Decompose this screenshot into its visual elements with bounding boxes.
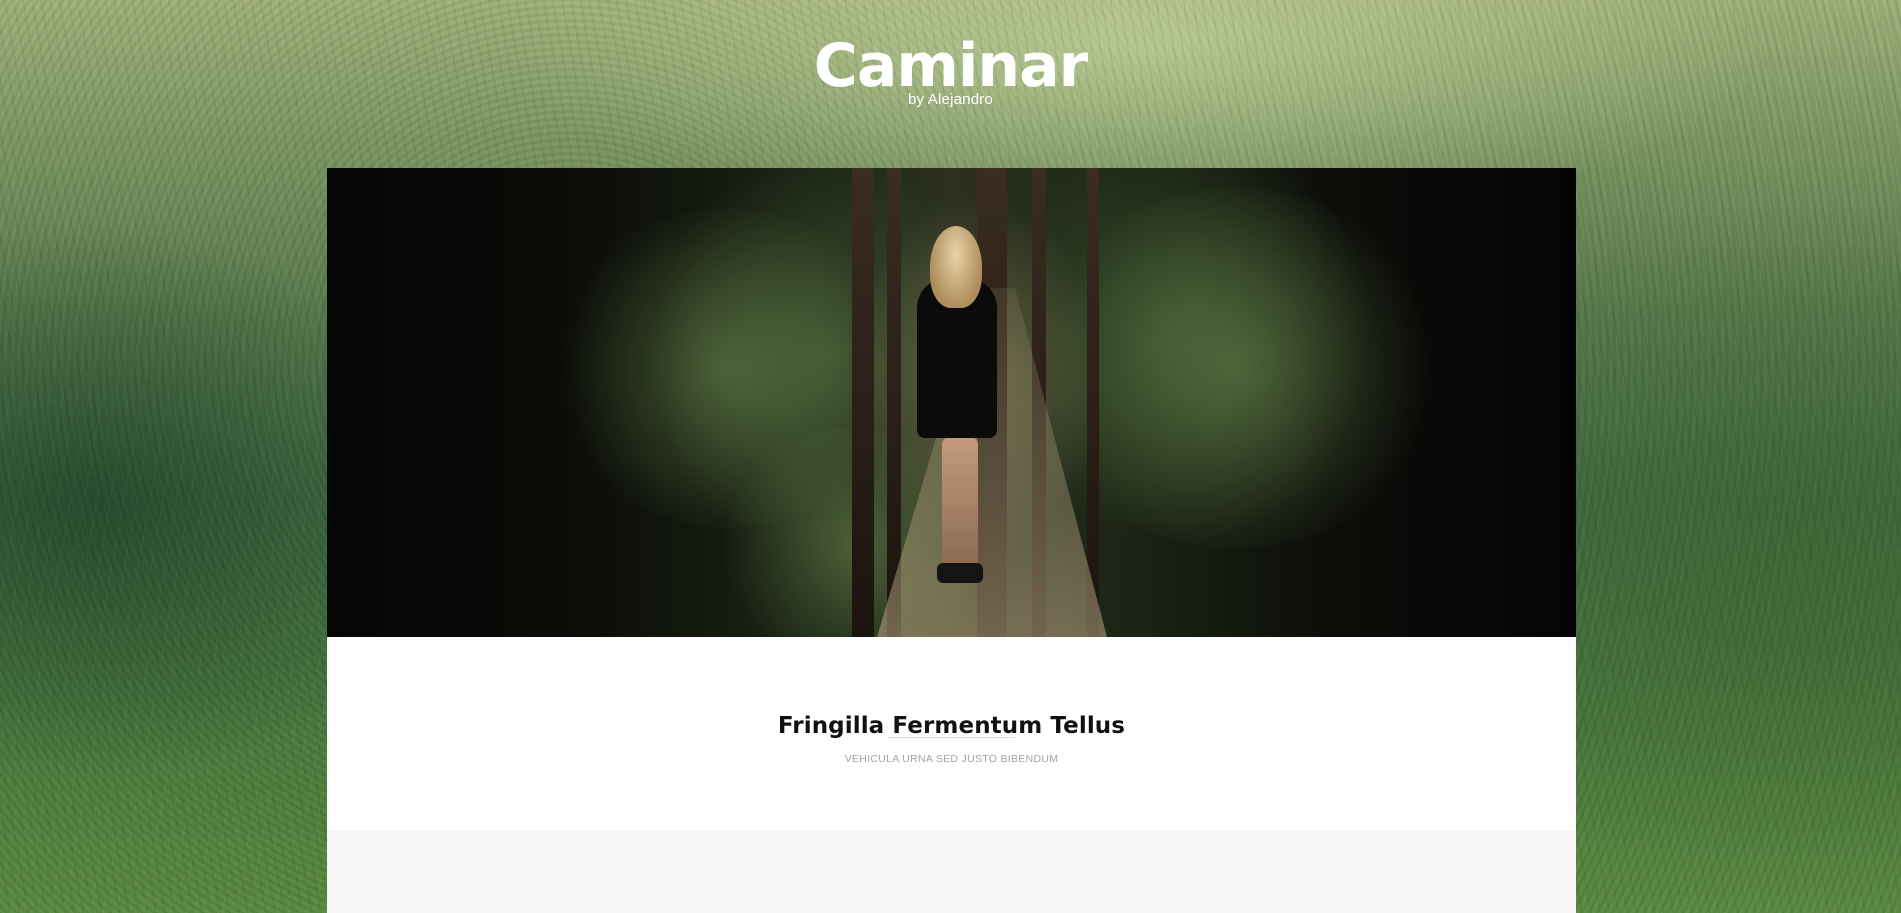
- post-content-area: [327, 831, 1576, 913]
- tree-trunk: [852, 168, 874, 637]
- walker-shoes: [937, 563, 983, 583]
- post-featured-image[interactable]: [327, 168, 1576, 637]
- title-divider: [887, 737, 1015, 738]
- site-header: Caminar by Alejandro: [0, 30, 1901, 108]
- post-title[interactable]: Fringilla Fermentum Tellus: [327, 713, 1576, 739]
- post-card: Fringilla Fermentum Tellus VEHICULA URNA…: [327, 168, 1576, 913]
- tree-trunk: [1087, 168, 1099, 637]
- walker-hair: [930, 226, 982, 308]
- post-subtitle: VEHICULA URNA SED JUSTO BIBENDUM: [844, 753, 1059, 765]
- site-byline: by Alejandro: [908, 91, 993, 108]
- post-info: Fringilla Fermentum Tellus VEHICULA URNA…: [327, 637, 1576, 831]
- walker-legs: [942, 438, 978, 568]
